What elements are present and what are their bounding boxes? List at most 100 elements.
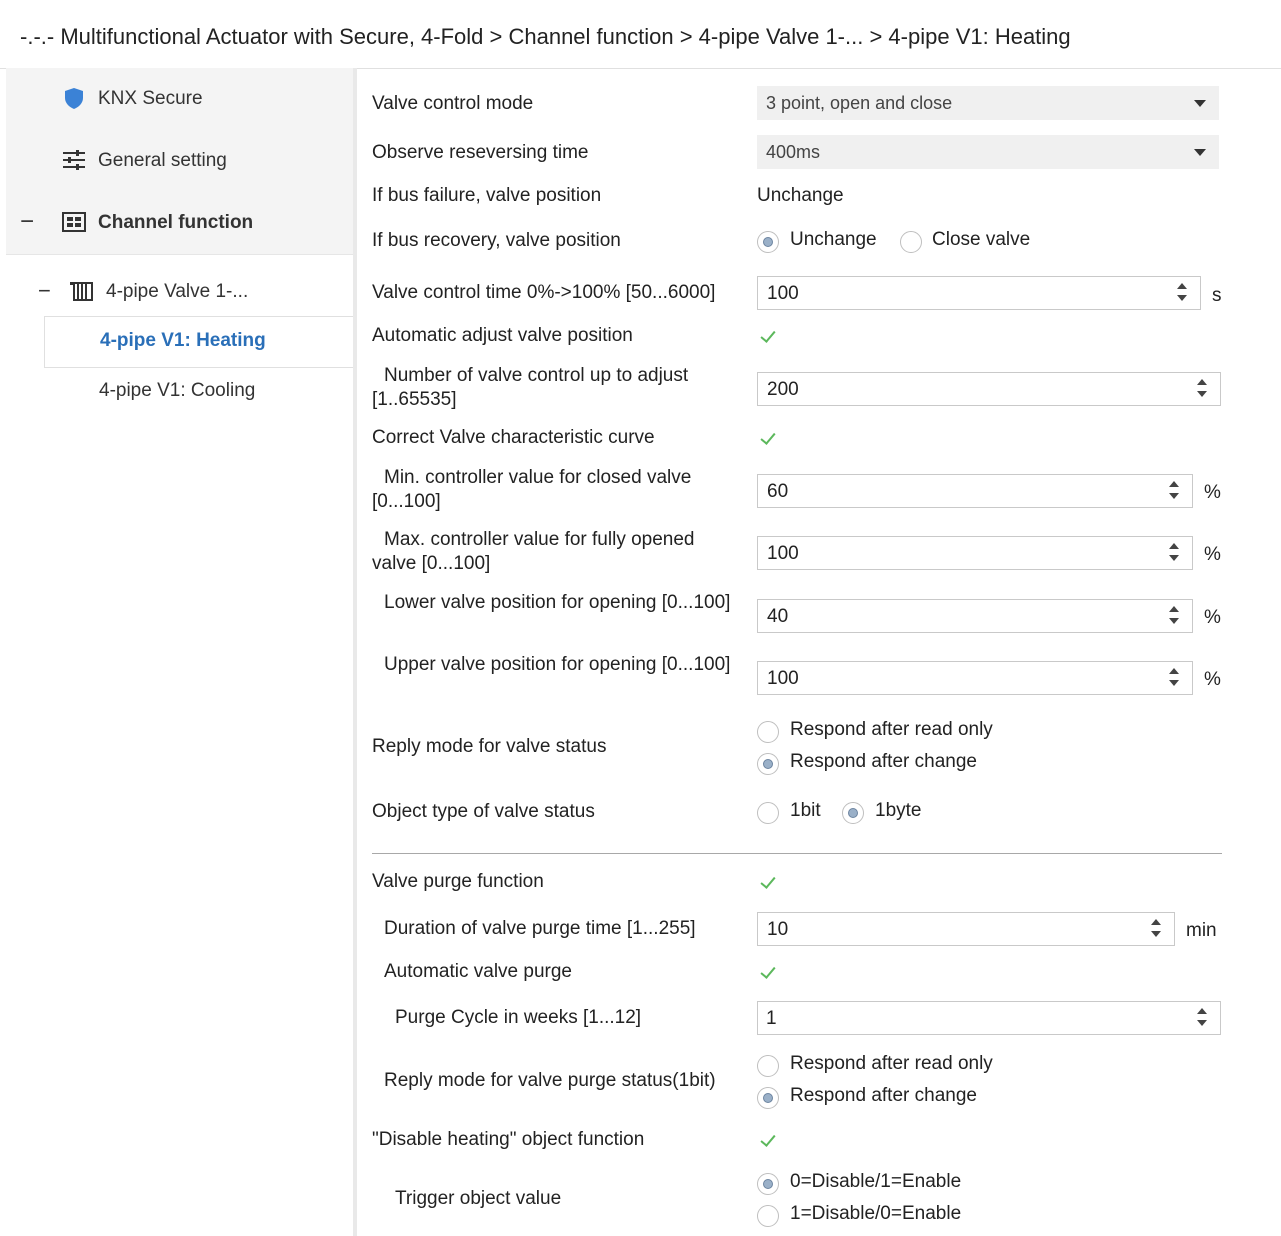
breadcrumb: -.-.- Multifunctional Actuator with Secu… — [20, 24, 1071, 49]
lower-pos-label: Lower valve position for opening [0...10… — [384, 592, 731, 613]
purge-reply-label: Reply mode for valve purge status(1bit) — [384, 1070, 716, 1091]
sidebar-item-channel-function[interactable]: − Channel function — [6, 192, 353, 255]
radio-trigger-0-disable[interactable] — [757, 1173, 779, 1195]
input-value: 100 — [767, 668, 799, 689]
unit-label: % — [1204, 544, 1221, 565]
unit-label: % — [1204, 669, 1221, 690]
auto-adjust-label: Automatic adjust valve position — [372, 325, 633, 346]
radio-purge-after-change[interactable] — [757, 1087, 779, 1109]
radio-close-valve[interactable] — [900, 231, 922, 253]
spinner-icon[interactable] — [1168, 479, 1180, 503]
bus-recovery-label: If bus recovery, valve position — [372, 230, 621, 251]
purge-cycle-input[interactable]: 1 — [757, 1001, 1221, 1035]
unit-label: % — [1204, 607, 1221, 628]
spinner-icon[interactable] — [1168, 541, 1180, 565]
collapse-toggle[interactable]: − — [20, 208, 34, 236]
radio-unchange[interactable] — [757, 231, 779, 253]
bus-failure-label: If bus failure, valve position — [372, 185, 602, 206]
radio-label: Unchange — [790, 229, 877, 250]
disable-heating-checkbox[interactable] — [758, 1130, 780, 1152]
spinner-icon[interactable] — [1196, 377, 1208, 401]
shield-icon — [65, 88, 83, 109]
sidebar-divider — [353, 68, 357, 1236]
chevron-down-icon — [1194, 100, 1206, 107]
purge-func-checkbox[interactable] — [758, 872, 780, 894]
radio-label: Respond after change — [790, 751, 977, 772]
sidebar-item-label: KNX Secure — [98, 88, 203, 109]
unit-label: % — [1204, 482, 1221, 503]
sidebar-item-label: Channel function — [98, 212, 254, 233]
max-open-input[interactable]: 100 — [757, 536, 1193, 570]
spinner-icon[interactable] — [1196, 1006, 1208, 1030]
radio-label: 1byte — [875, 800, 922, 821]
input-value: 200 — [767, 379, 799, 400]
sidebar-item-knx-secure[interactable]: KNX Secure — [6, 68, 353, 131]
observe-time-select[interactable]: 400ms — [757, 135, 1219, 169]
radio-label: 1bit — [790, 800, 821, 821]
chevron-down-icon — [1194, 149, 1206, 156]
spinner-icon[interactable] — [1168, 604, 1180, 628]
disable-heating-label: "Disable heating" object function — [372, 1129, 645, 1150]
purge-duration-label: Duration of valve purge time [1...255] — [384, 918, 696, 939]
sidebar: KNX Secure General setting − Channel fun… — [6, 68, 354, 1236]
upper-pos-input[interactable]: 100 — [757, 661, 1193, 695]
sidebar-item-heating[interactable]: 4-pipe V1: Heating — [44, 316, 354, 368]
radio-trigger-1-disable[interactable] — [757, 1205, 779, 1227]
observe-time-label: Observe reseversing time — [372, 142, 589, 163]
upper-pos-label: Upper valve position for opening [0...10… — [384, 654, 731, 675]
collapse-toggle[interactable]: − — [38, 278, 51, 304]
adjust-count-label: Number of valve control up to adjust [1.… — [372, 365, 689, 410]
radio-1byte[interactable] — [842, 802, 864, 824]
trigger-value-label: Trigger object value — [395, 1188, 562, 1209]
radio-respond-read-only[interactable] — [757, 721, 779, 743]
control-time-input[interactable]: 100 — [757, 276, 1201, 310]
correct-curve-label: Correct Valve characteristic curve — [372, 427, 655, 448]
input-value: 100 — [767, 283, 799, 304]
auto-purge-checkbox[interactable] — [758, 962, 780, 984]
select-value: 400ms — [766, 142, 821, 162]
section-divider — [372, 853, 1222, 854]
purge-cycle-label: Purge Cycle in weeks [1...12] — [395, 1007, 642, 1028]
purge-duration-input[interactable]: 10 — [757, 912, 1175, 946]
unit-label: s — [1212, 285, 1222, 306]
spinner-icon[interactable] — [1176, 281, 1188, 305]
control-time-label: Valve control time 0%->100% [50...6000] — [372, 282, 716, 303]
radio-label: Close valve — [932, 229, 1031, 250]
min-closed-label: Min. controller value for closed valve [… — [372, 467, 692, 512]
reply-mode-label: Reply mode for valve status — [372, 736, 607, 757]
bus-failure-value: Unchange — [757, 185, 844, 206]
radiator-icon — [70, 282, 93, 301]
radio-respond-after-change[interactable] — [757, 753, 779, 775]
sidebar-item-cooling[interactable]: 4-pipe V1: Cooling — [6, 367, 353, 417]
radio-1bit[interactable] — [757, 802, 779, 824]
input-value: 1 — [766, 1008, 777, 1029]
radio-label: 1=Disable/0=Enable — [790, 1203, 962, 1224]
purge-func-label: Valve purge function — [372, 871, 544, 892]
spinner-icon[interactable] — [1150, 917, 1162, 941]
header-bar: -.-.- Multifunctional Actuator with Secu… — [0, 0, 1281, 69]
grid-icon — [62, 212, 86, 232]
correct-curve-checkbox[interactable] — [758, 428, 780, 450]
valve-control-mode-label: Valve control mode — [372, 93, 534, 114]
lower-pos-input[interactable]: 40 — [757, 599, 1193, 633]
sidebar-item-label: 4-pipe V1: Heating — [100, 330, 266, 351]
sliders-icon — [63, 150, 85, 170]
sidebar-item-label: 4-pipe V1: Cooling — [99, 380, 256, 401]
object-type-label: Object type of valve status — [372, 801, 595, 822]
spinner-icon[interactable] — [1168, 666, 1180, 690]
select-value: 3 point, open and close — [766, 93, 953, 113]
max-open-label: Max. controller value for fully opened v… — [372, 529, 695, 574]
radio-purge-read-only[interactable] — [757, 1055, 779, 1077]
sidebar-item-label: General setting — [98, 150, 227, 171]
min-closed-input[interactable]: 60 — [757, 474, 1193, 508]
sidebar-item-valve-1[interactable]: − 4-pipe Valve 1-... — [6, 267, 353, 317]
radio-label: Respond after read only — [790, 719, 993, 740]
sidebar-item-general-setting[interactable]: General setting — [6, 130, 353, 193]
valve-control-mode-select[interactable]: 3 point, open and close — [757, 86, 1219, 120]
auto-purge-label: Automatic valve purge — [384, 961, 572, 982]
sidebar-item-label: 4-pipe Valve 1-... — [106, 281, 249, 302]
input-value: 40 — [767, 606, 789, 627]
radio-label: Respond after change — [790, 1085, 977, 1106]
adjust-count-input[interactable]: 200 — [757, 372, 1221, 406]
auto-adjust-checkbox[interactable] — [758, 326, 780, 348]
